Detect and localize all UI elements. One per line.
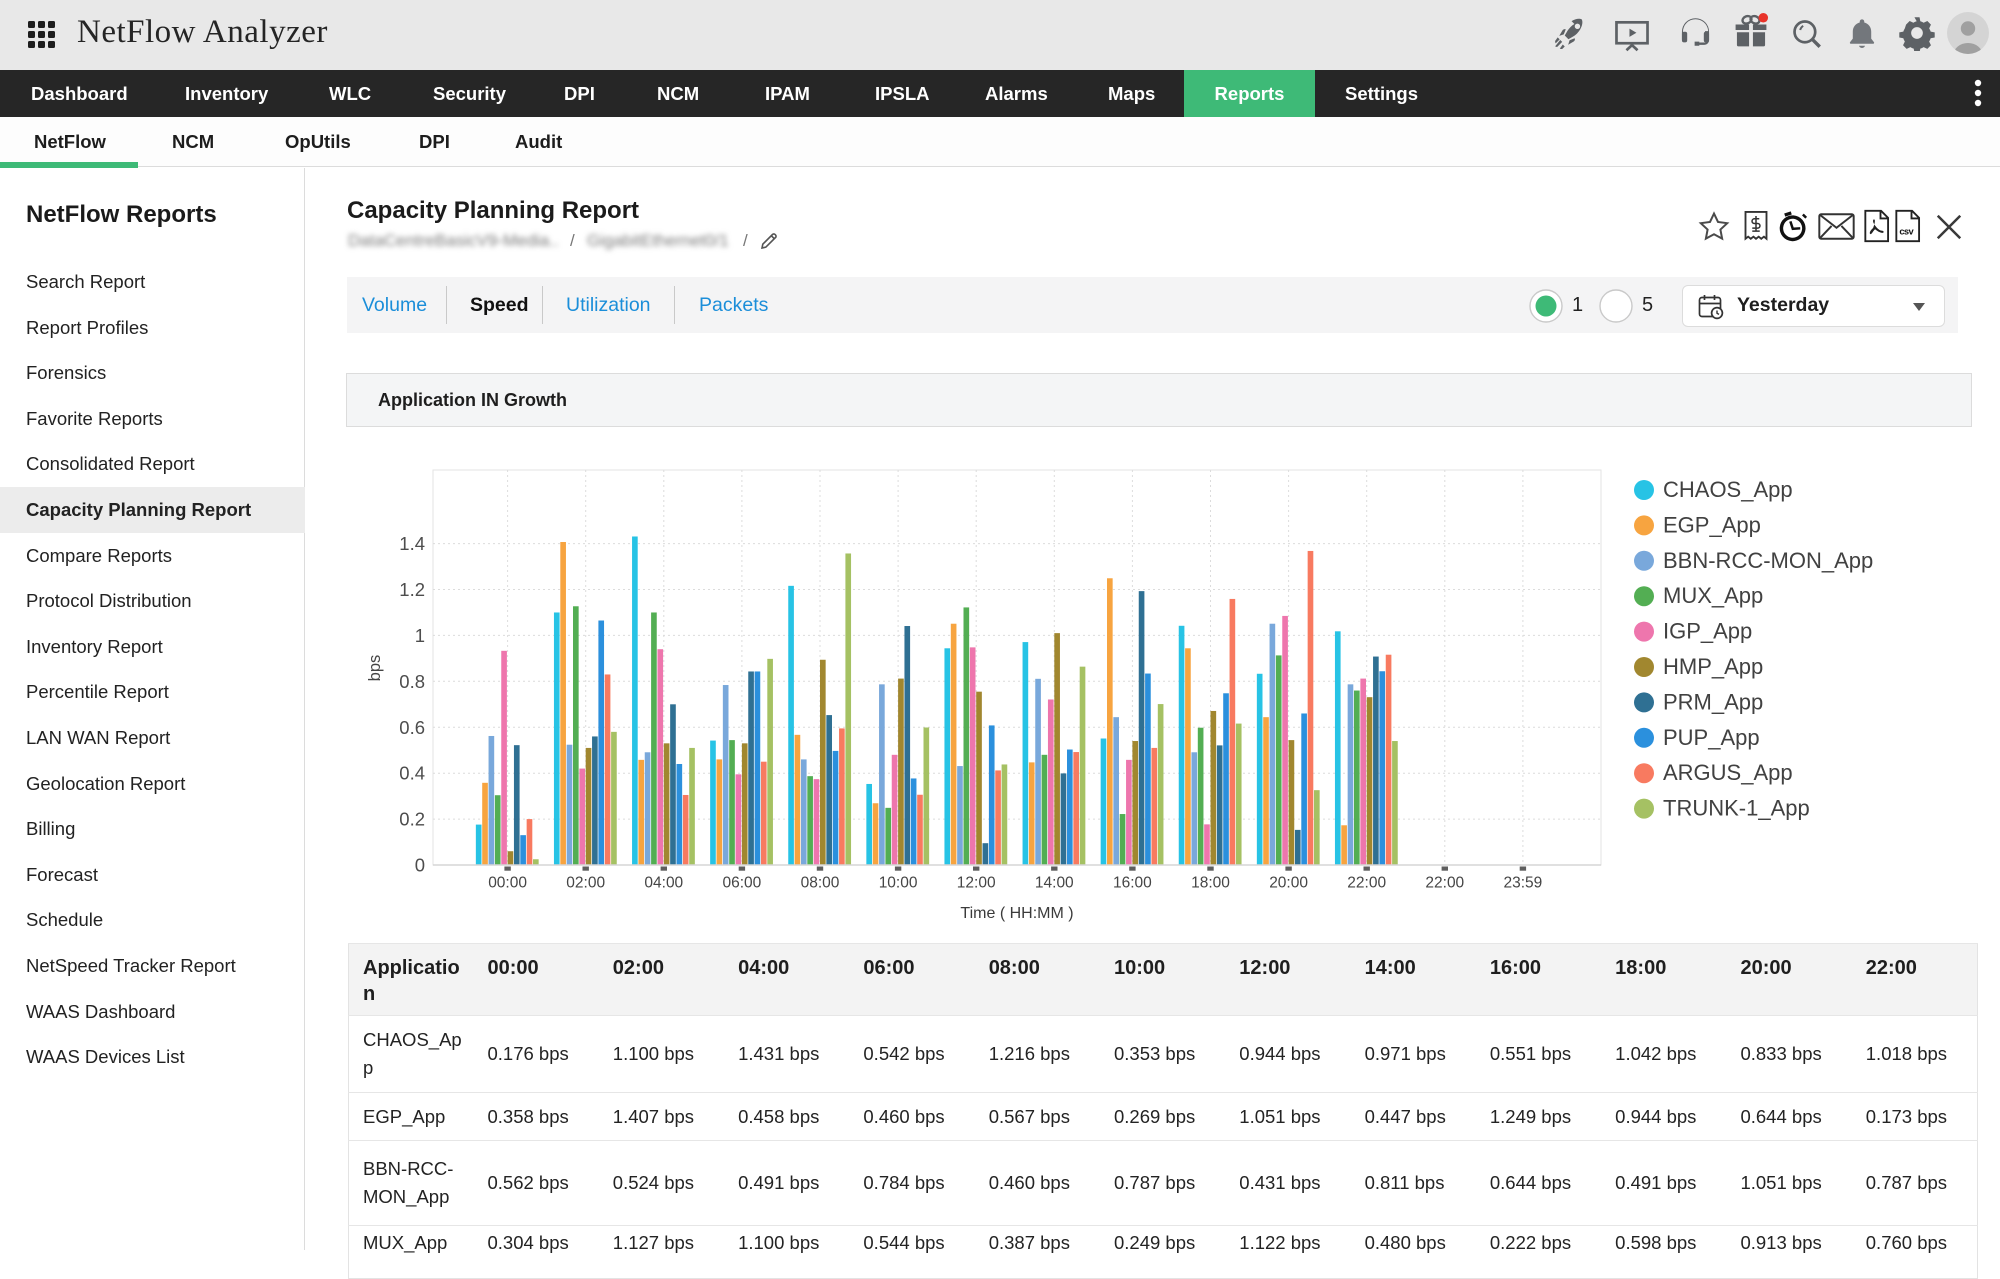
svg-text:Time ( HH:MM ): Time ( HH:MM ) (960, 905, 1073, 922)
svg-text:1: 1 (415, 625, 425, 646)
svg-text:23:59: 23:59 (1504, 875, 1543, 892)
svg-text:0.4: 0.4 (399, 763, 425, 784)
svg-text:02:00: 02:00 (566, 875, 605, 892)
svg-text:22:00: 22:00 (1347, 875, 1386, 892)
svg-text:0.6: 0.6 (399, 717, 425, 738)
svg-text:IGP_App: IGP_App (1663, 619, 1752, 644)
svg-text:MUX_App: MUX_App (1663, 583, 1763, 608)
svg-text:12:00: 12:00 (957, 875, 996, 892)
svg-text:PUP_App: PUP_App (1663, 725, 1760, 750)
svg-text:TRUNK-1_App: TRUNK-1_App (1663, 796, 1810, 821)
svg-text:1.2: 1.2 (399, 579, 425, 600)
svg-text:BBN-RCC-MON_App: BBN-RCC-MON_App (1663, 548, 1873, 573)
svg-text:CHAOS_App: CHAOS_App (1663, 477, 1793, 502)
svg-text:16:00: 16:00 (1113, 875, 1152, 892)
svg-text:1.4: 1.4 (399, 533, 425, 554)
svg-text:14:00: 14:00 (1035, 875, 1074, 892)
svg-text:bps: bps (366, 655, 384, 682)
svg-text:csv: csv (1899, 227, 1914, 237)
svg-text:20:00: 20:00 (1269, 875, 1308, 892)
svg-text:0: 0 (415, 855, 425, 876)
svg-text:00:00: 00:00 (488, 875, 527, 892)
svg-text:18:00: 18:00 (1191, 875, 1230, 892)
svg-text:22:00: 22:00 (1425, 875, 1464, 892)
svg-text:HMP_App: HMP_App (1663, 654, 1763, 679)
svg-text:04:00: 04:00 (644, 875, 683, 892)
svg-text:06:00: 06:00 (723, 875, 762, 892)
svg-text:ARGUS_App: ARGUS_App (1663, 760, 1793, 785)
svg-text:10:00: 10:00 (879, 875, 918, 892)
svg-text:0.2: 0.2 (399, 809, 425, 830)
svg-text:0.8: 0.8 (399, 671, 425, 692)
svg-text:08:00: 08:00 (801, 875, 840, 892)
svg-text:PRM_App: PRM_App (1663, 689, 1763, 714)
svg-text:EGP_App: EGP_App (1663, 512, 1761, 537)
